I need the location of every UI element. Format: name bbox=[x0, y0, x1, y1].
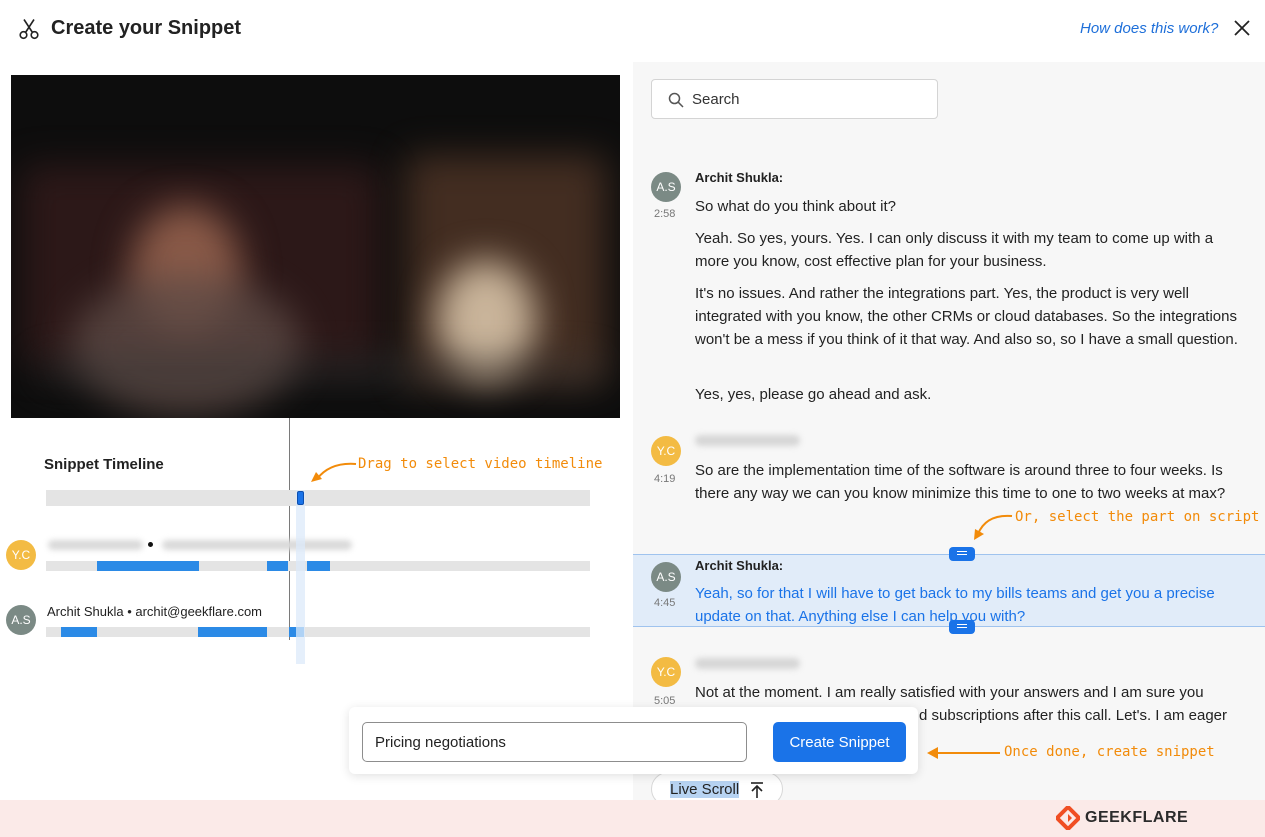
live-scroll-button[interactable]: Live Scroll bbox=[651, 772, 783, 800]
speech-segment bbox=[198, 627, 267, 637]
transcript-panel: A.S 2:58 Archit Shukla: So what do you t… bbox=[633, 62, 1265, 800]
video-controls-bar bbox=[41, 360, 601, 380]
brand-name: GEEKFLARE bbox=[1085, 809, 1189, 826]
speaker-name-blurred bbox=[695, 658, 800, 669]
modal-header: Create your Snippet How does this work? bbox=[0, 0, 1265, 60]
speech-segment bbox=[61, 627, 97, 637]
annotation-arrow-icon bbox=[974, 514, 1013, 540]
speech-segment bbox=[267, 561, 288, 571]
speaker-name: Archit Shukla: bbox=[695, 170, 784, 185]
avatar: Y.C bbox=[651, 436, 681, 466]
transcript-paragraph[interactable]: So what do you think about it? bbox=[695, 195, 1251, 218]
speech-segment bbox=[307, 561, 330, 571]
speech-segment bbox=[97, 561, 199, 571]
arrow-up-to-top-icon bbox=[751, 782, 763, 798]
how-it-works-link[interactable]: How does this work? bbox=[1080, 20, 1218, 37]
video-player[interactable] bbox=[11, 75, 620, 418]
avatar: A.S bbox=[651, 172, 681, 202]
timeline-selection[interactable] bbox=[296, 490, 305, 664]
speaker-track-yc[interactable] bbox=[46, 561, 590, 571]
create-snippet-button[interactable]: Create Snippet bbox=[773, 722, 906, 762]
timeline-drag-handle[interactable] bbox=[297, 491, 304, 505]
scissors-icon bbox=[19, 19, 39, 40]
timestamp[interactable]: 2:58 bbox=[654, 208, 675, 220]
video-participant-left-body bbox=[71, 275, 301, 415]
annotation-arrow-icon bbox=[927, 747, 1000, 759]
speaker-name-blurred bbox=[695, 435, 800, 446]
speaker-track-as[interactable] bbox=[46, 627, 590, 637]
transcript-paragraph[interactable]: Yeah. So yes, yours. Yes. I can only dis… bbox=[695, 227, 1251, 273]
live-scroll-label: Live Scroll bbox=[670, 781, 740, 798]
snippet-create-panel: Create Snippet bbox=[349, 707, 918, 774]
selection-start-handle[interactable] bbox=[949, 547, 975, 561]
selection-end-handle[interactable] bbox=[949, 620, 975, 634]
avatar: A.S bbox=[6, 605, 36, 635]
page-title: Create your Snippet bbox=[51, 17, 242, 39]
timeline-title: Snippet Timeline bbox=[44, 456, 164, 473]
snippet-name-input[interactable] bbox=[362, 722, 747, 762]
snippet-range-track[interactable] bbox=[46, 490, 590, 506]
transcript-paragraph[interactable]: It's no issues. And rather the integrati… bbox=[695, 282, 1251, 351]
annotation-arrow-icon bbox=[311, 462, 357, 482]
transcript-paragraph[interactable]: d subscriptions after this call. Let's. … bbox=[919, 704, 1249, 727]
separator-dot bbox=[148, 542, 153, 547]
geekflare-logo-icon bbox=[1056, 806, 1080, 830]
annotation-create: Once done, create snippet bbox=[1004, 744, 1215, 760]
search-box[interactable] bbox=[651, 79, 938, 119]
avatar: Y.C bbox=[6, 540, 36, 570]
timestamp[interactable]: 5:05 bbox=[654, 695, 675, 707]
avatar: Y.C bbox=[651, 657, 681, 687]
timestamp[interactable]: 4:45 bbox=[654, 597, 675, 609]
avatar: A.S bbox=[651, 562, 681, 592]
annotation-drag: Drag to select video timeline bbox=[358, 456, 603, 472]
timeline-playhead[interactable] bbox=[289, 418, 290, 640]
transcript-paragraph[interactable]: Yes, yes, please go ahead and ask. bbox=[695, 383, 1251, 406]
timestamp[interactable]: 4:19 bbox=[654, 473, 675, 485]
search-icon bbox=[668, 92, 684, 108]
speaker-label: Archit Shukla • archit@geekflare.com bbox=[47, 604, 263, 619]
transcript-paragraph[interactable]: Not at the moment. I am really satisfied… bbox=[695, 681, 1251, 704]
speaker-email-blurred bbox=[162, 540, 352, 550]
transcript-paragraph[interactable]: So are the implementation time of the so… bbox=[695, 459, 1251, 505]
speaker-name-blurred bbox=[48, 540, 143, 550]
speaker-name: Archit Shukla: bbox=[695, 558, 784, 573]
search-input[interactable] bbox=[692, 88, 922, 110]
close-icon[interactable] bbox=[1233, 19, 1251, 37]
annotation-script: Or, select the part on script bbox=[1015, 509, 1260, 525]
